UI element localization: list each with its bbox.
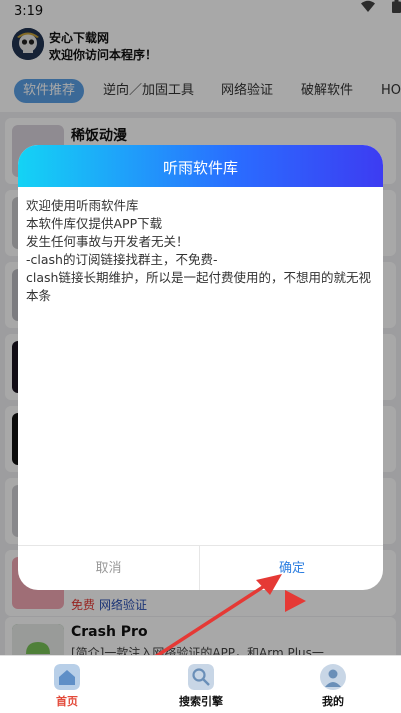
dialog-line: 欢迎使用听雨软件库	[26, 198, 139, 213]
nav-home-label: 首页	[56, 695, 78, 708]
home-icon	[54, 664, 80, 690]
nav-search-engine[interactable]: 搜索引擎	[168, 656, 234, 713]
notice-dialog: 听雨软件库 欢迎使用听雨软件库 本软件库仅提供APP下载 发生任何事故与开发者无…	[18, 145, 383, 590]
dialog-message: 欢迎使用听雨软件库 本软件库仅提供APP下载 发生任何事故与开发者无关！ -cl…	[26, 197, 374, 305]
dialog-header: 听雨软件库	[18, 145, 383, 187]
nav-profile-label: 我的	[322, 695, 344, 708]
dialog-actions: 取消 确定	[18, 545, 383, 590]
dialog-title: 听雨软件库	[162, 159, 238, 177]
dialog-line: 发生任何事故与开发者无关！	[26, 234, 189, 249]
nav-search-engine-label: 搜索引擎	[179, 695, 223, 708]
dialog-line: -clash的订阅链接找群主，不免费-	[26, 252, 218, 267]
confirm-button[interactable]: 确定	[201, 546, 383, 590]
bottom-navigation: 首页 搜索引擎 我的	[0, 655, 401, 713]
nav-profile[interactable]: 我的	[300, 656, 366, 713]
profile-icon	[320, 664, 346, 690]
dialog-line: 本软件库仅提供APP下载	[26, 216, 163, 231]
nav-home[interactable]: 首页	[34, 656, 100, 713]
dialog-line: clash链接长期维护，所以是一起付费使用的，不想用的就无视本条	[26, 270, 371, 303]
search-engine-icon	[188, 664, 214, 690]
cancel-button[interactable]: 取消	[18, 546, 200, 590]
